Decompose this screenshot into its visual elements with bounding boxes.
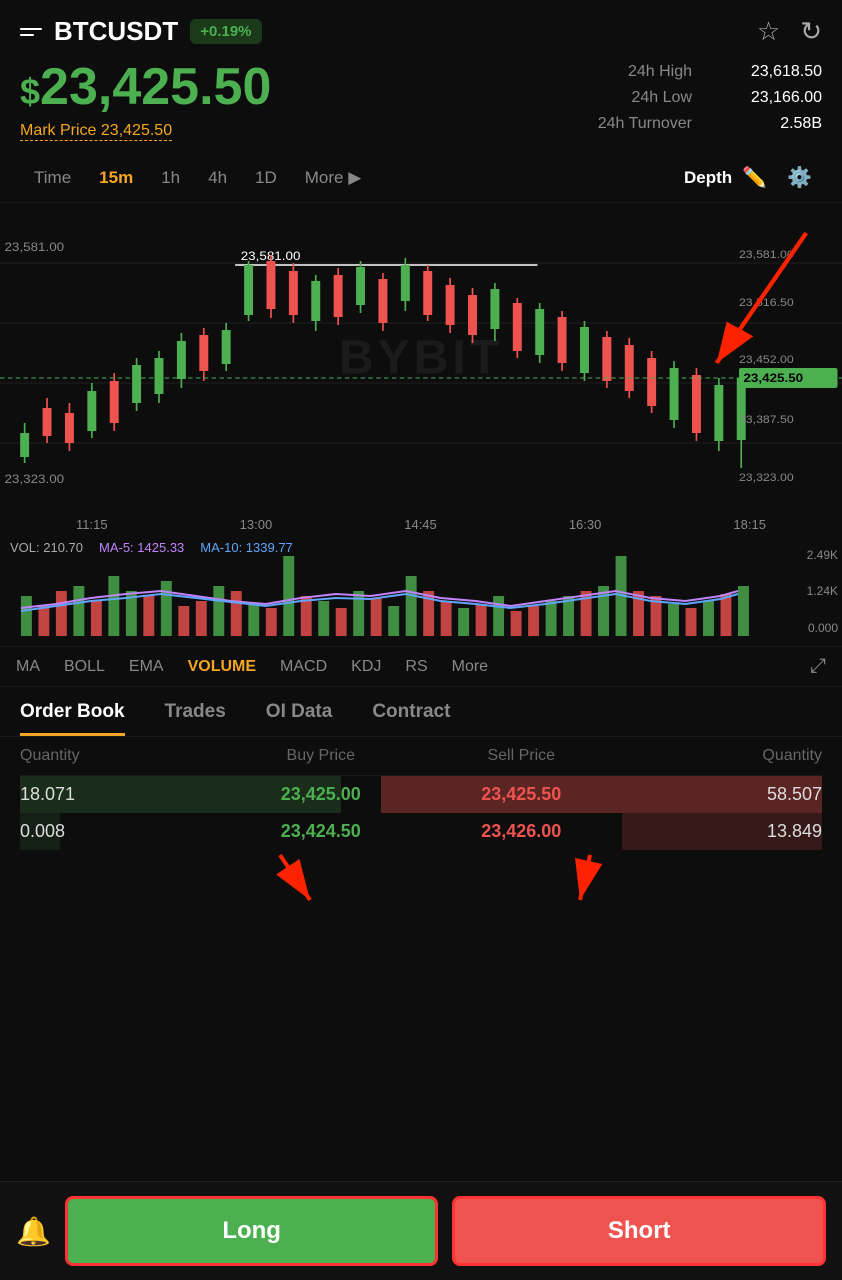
chart-controls: Time 15m 1h 4h 1D More ▶ Depth ✏️ ⚙️ <box>0 153 842 203</box>
arrows-spacer <box>0 850 842 910</box>
stat-row-turnover: 24h Turnover 2.58B <box>598 115 822 133</box>
volume-section: VOL: 210.70 MA-5: 1425.33 MA-10: 1339.77… <box>0 536 842 646</box>
svg-text:23,387.50: 23,387.50 <box>739 414 794 426</box>
header-left: BTCUSDT +0.19% <box>20 16 262 47</box>
time-btn-4h[interactable]: 4h <box>194 162 241 194</box>
svg-text:23,425.50: 23,425.50 <box>743 371 803 385</box>
time-btn-1d[interactable]: 1D <box>241 162 291 194</box>
price-stats: 24h High 23,618.50 24h Low 23,166.00 24h… <box>598 59 822 133</box>
menu-icon[interactable] <box>20 28 42 36</box>
pencil-icon[interactable]: ✏️ <box>732 159 777 196</box>
high-value: 23,618.50 <box>722 63 822 81</box>
settings-icon[interactable]: ⚙️ <box>777 159 822 196</box>
expand-icon[interactable]: ⤢ <box>810 655 826 678</box>
tab-trades[interactable]: Trades <box>165 701 226 736</box>
tab-order-book[interactable]: Order Book <box>20 701 125 736</box>
ind-tab-ema[interactable]: EMA <box>129 658 164 676</box>
tab-contract[interactable]: Contract <box>372 701 450 736</box>
ma5-label: MA-5: 1425.33 <box>99 540 184 555</box>
price-left: $23,425.50 Mark Price 23,425.50 <box>20 59 271 141</box>
chart-area: BYBIT 23,581.00 23,323.00 <box>0 203 842 513</box>
svg-text:23,516.50: 23,516.50 <box>739 297 794 309</box>
short-button[interactable]: Short <box>452 1196 826 1266</box>
stat-row-high: 24h High 23,618.50 <box>598 63 822 81</box>
ob-qty-left-2: 0.008 <box>20 821 221 842</box>
svg-text:23,581.00: 23,581.00 <box>4 240 64 254</box>
ob-header-buy-price: Buy Price <box>221 747 422 765</box>
ob-qty-left-1: 18.071 <box>20 784 221 805</box>
star-icon[interactable]: ☆ <box>757 16 780 47</box>
order-book-tabs: Order Book Trades OI Data Contract <box>0 687 842 737</box>
header: BTCUSDT +0.19% ☆ ↻ <box>0 0 842 59</box>
ob-header-qty-right: Quantity <box>622 747 823 765</box>
volume-right-labels: 2.49K 1.24K 0.000 <box>807 536 838 646</box>
ob-sell-price-2[interactable]: 23,426.00 <box>421 821 622 842</box>
bell-icon[interactable]: 🔔 <box>16 1215 51 1248</box>
ob-sell-price-1[interactable]: 23,425.50 <box>421 784 622 805</box>
time-label-3: 14:45 <box>404 517 437 532</box>
high-label: 24h High <box>628 63 692 81</box>
ind-tab-ma[interactable]: MA <box>16 658 40 676</box>
ob-buy-price-2[interactable]: 23,424.50 <box>221 821 422 842</box>
ind-tab-more[interactable]: More <box>452 658 488 676</box>
ob-qty-right-1: 58.507 <box>622 784 823 805</box>
ob-header-qty-left: Quantity <box>20 747 221 765</box>
order-book: Quantity Buy Price Sell Price Quantity 1… <box>0 737 842 850</box>
time-axis: 11:15 13:00 14:45 16:30 18:15 <box>0 513 842 536</box>
table-row: 18.071 23,425.00 23,425.50 58.507 <box>20 776 822 813</box>
time-label-5: 18:15 <box>733 517 766 532</box>
vol-level-low: 0.000 <box>807 621 838 635</box>
long-button[interactable]: Long <box>65 1196 439 1266</box>
tab-oi-data[interactable]: OI Data <box>266 701 333 736</box>
volume-labels: VOL: 210.70 MA-5: 1425.33 MA-10: 1339.77 <box>10 540 293 555</box>
ob-buy-price-1[interactable]: 23,425.00 <box>221 784 422 805</box>
bottom-spacer <box>0 910 842 1000</box>
time-btn-time[interactable]: Time <box>20 162 85 194</box>
turnover-label: 24h Turnover <box>598 115 692 133</box>
ma10-label: MA-10: 1339.77 <box>200 540 293 555</box>
time-btn-more[interactable]: More ▶ <box>291 162 376 194</box>
dollar-sign: $ <box>20 71 40 112</box>
ind-tab-boll[interactable]: BOLL <box>64 658 105 676</box>
ind-tab-kdj[interactable]: KDJ <box>351 658 381 676</box>
ind-tab-macd[interactable]: MACD <box>280 658 327 676</box>
svg-text:23,452.00: 23,452.00 <box>739 354 794 366</box>
mark-price: Mark Price 23,425.50 <box>20 122 172 141</box>
stat-row-low: 24h Low 23,166.00 <box>598 89 822 107</box>
vol-label: VOL: 210.70 <box>10 540 83 555</box>
ind-tab-volume[interactable]: VOLUME <box>188 658 256 676</box>
main-price: $23,425.50 <box>20 59 271 116</box>
ind-tab-rs[interactable]: RS <box>405 658 427 676</box>
low-value: 23,166.00 <box>722 89 822 107</box>
time-label-2: 13:00 <box>240 517 273 532</box>
candlestick-chart: 23,581.00 23,323.00 <box>0 203 842 513</box>
time-label-4: 16:30 <box>569 517 602 532</box>
ob-qty-right-2: 13.849 <box>622 821 823 842</box>
svg-text:23,323.00: 23,323.00 <box>739 472 794 484</box>
vol-level-mid: 1.24K <box>807 584 838 598</box>
low-label: 24h Low <box>632 89 693 107</box>
time-btn-15m[interactable]: 15m <box>85 162 147 194</box>
turnover-value: 2.58B <box>722 115 822 133</box>
depth-button[interactable]: Depth <box>684 168 732 188</box>
header-right: ☆ ↻ <box>757 16 822 47</box>
refresh-icon[interactable]: ↻ <box>800 16 822 47</box>
table-row: 0.008 23,424.50 23,426.00 13.849 <box>20 813 822 850</box>
price-section: $23,425.50 Mark Price 23,425.50 24h High… <box>0 59 842 153</box>
time-btn-1h[interactable]: 1h <box>147 162 194 194</box>
ob-header: Quantity Buy Price Sell Price Quantity <box>20 737 822 776</box>
vol-level-high: 2.49K <box>807 548 838 562</box>
price-value: 23,425.50 <box>40 58 271 116</box>
time-label-1: 11:15 <box>76 517 108 532</box>
ob-arrows <box>0 850 842 910</box>
svg-text:23,323.00: 23,323.00 <box>4 472 64 486</box>
bottom-bar: 🔔 Long Short <box>0 1181 842 1280</box>
pair-name: BTCUSDT <box>54 16 178 47</box>
indicator-tabs: MA BOLL EMA VOLUME MACD KDJ RS More ⤢ <box>0 646 842 687</box>
ob-header-sell-price: Sell Price <box>421 747 622 765</box>
change-badge: +0.19% <box>190 19 261 44</box>
